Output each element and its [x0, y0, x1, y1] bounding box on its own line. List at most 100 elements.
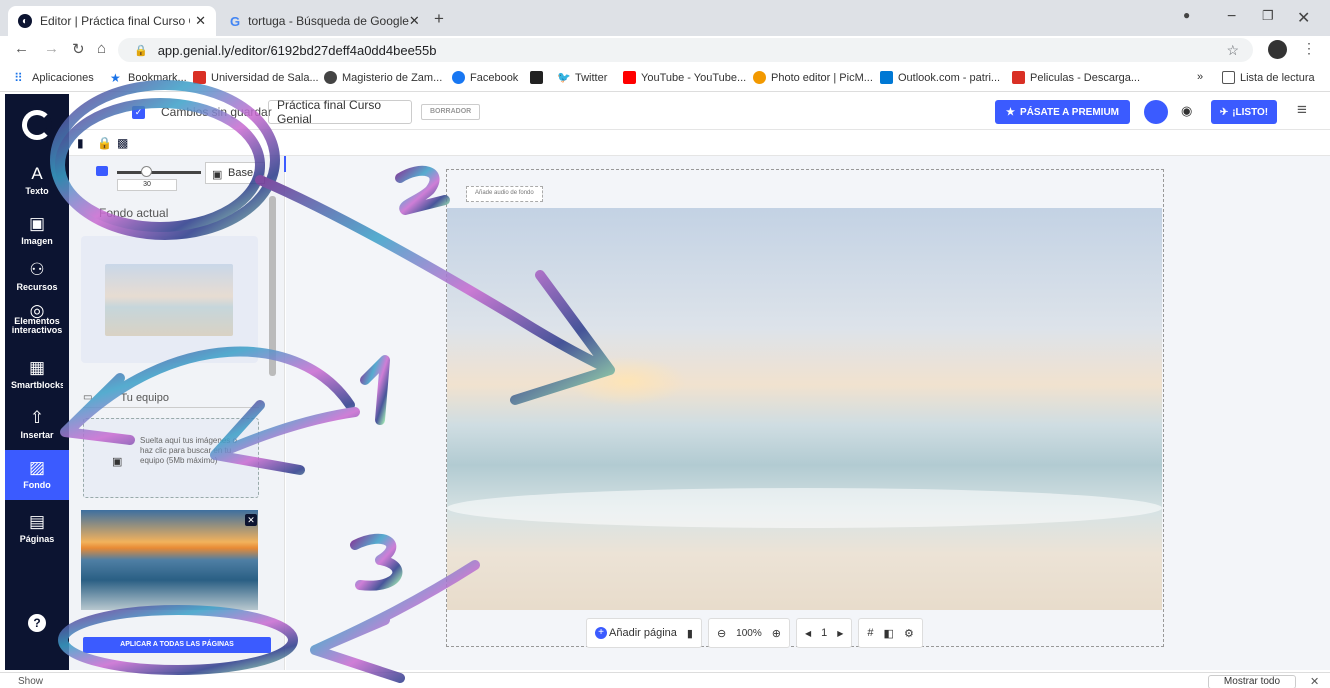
bookmark-item[interactable]: Peliculas - Descarga...: [1012, 71, 1140, 84]
bookmarks-overflow[interactable]: »: [1197, 71, 1203, 83]
bookmark-label: Bookmark...: [128, 71, 187, 84]
back-icon[interactable]: ←: [14, 40, 29, 57]
rail-item-paginas[interactable]: ▤ Páginas: [5, 512, 69, 544]
base-icon: ▣: [212, 169, 223, 181]
profile-dot-icon[interactable]: ●: [1183, 8, 1190, 22]
rail-item-imagen[interactable]: ▣ Imagen: [5, 214, 69, 246]
tab-title: Editor | Práctica final Curso Genia: [40, 14, 190, 28]
slider-handle[interactable]: [141, 166, 152, 177]
rail-item-interactivos[interactable]: ◎ Elementos interactivos: [5, 301, 69, 335]
ready-button[interactable]: ✈ ¡LISTO!: [1211, 100, 1277, 124]
help-icon[interactable]: ?: [28, 614, 46, 632]
current-background-card[interactable]: [81, 236, 258, 363]
base-button[interactable]: ▣ Base: [205, 162, 265, 184]
preview-eye-icon[interactable]: ◉: [1181, 103, 1192, 119]
trash-icon[interactable]: ▮: [77, 136, 84, 150]
text-icon: A: [31, 164, 43, 183]
zoom-in-icon[interactable]: ⊕: [772, 627, 781, 640]
apply-all-pages-button[interactable]: APLICAR A TODAS LAS PÁGINAS: [83, 637, 271, 653]
settings-icon[interactable]: ⚙: [904, 627, 914, 640]
panel-scrollbar[interactable]: [269, 196, 276, 376]
reload-icon[interactable]: ↻: [72, 40, 85, 58]
next-page-icon[interactable]: ▶: [837, 629, 843, 638]
transparency-icon[interactable]: ▩: [117, 136, 128, 150]
close-icon[interactable]: ✕: [245, 514, 257, 526]
bookmark-item[interactable]: Photo editor | PicM...: [753, 71, 873, 84]
slide-canvas[interactable]: [447, 208, 1162, 610]
rail-item-smartblocks[interactable]: ▦ Smartblocks: [5, 358, 69, 392]
reading-list[interactable]: Lista de lectura: [1222, 71, 1315, 84]
trash-icon[interactable]: ▮: [687, 627, 693, 640]
genially-logo[interactable]: [22, 110, 52, 140]
rail-item-texto[interactable]: A Texto: [5, 164, 69, 196]
bookmark-item[interactable]: Universidad de Sala...: [193, 71, 319, 84]
close-icon[interactable]: ✕: [195, 13, 206, 29]
bookmark-item[interactable]: ★ Bookmark...: [110, 71, 187, 85]
bookmark-label: Twitter: [575, 71, 608, 84]
close-icon[interactable]: ✕: [1310, 675, 1319, 688]
current-background-thumbnail: [105, 264, 233, 336]
minimize-icon[interactable]: −: [1227, 8, 1236, 26]
rail-item-fondo[interactable]: ▨ Fondo: [5, 450, 69, 500]
interactive-icon: ◎: [29, 301, 45, 320]
tab-google[interactable]: G tortuga - Búsqueda de Google ✕: [220, 6, 426, 36]
premium-button[interactable]: ★ PÁSATE A PREMIUM: [995, 100, 1130, 124]
window-close-icon[interactable]: ✕: [1297, 8, 1310, 28]
add-page-button[interactable]: + Añadir página: [595, 627, 677, 639]
bookmark-item[interactable]: YouTube - YouTube...: [623, 71, 746, 84]
movie-icon: [1012, 71, 1025, 84]
equipo-section: ▭ Tu equipo: [83, 388, 259, 408]
home-icon[interactable]: ⌂: [97, 40, 106, 57]
kebab-menu-icon[interactable]: ⋮: [1302, 40, 1316, 57]
upload-dropzone[interactable]: ▣ Suelta aquí tus imágenes o haz clic pa…: [83, 418, 259, 498]
resources-icon: ⚇: [29, 260, 45, 279]
add-page-label: Añadir página: [609, 627, 677, 639]
rail-label: Texto: [25, 186, 49, 196]
bookmark-item[interactable]: [530, 71, 548, 84]
dropzone-text: Suelta aquí tus imágenes o haz clic para…: [140, 436, 237, 465]
zoom-out-icon[interactable]: ⊖: [717, 627, 726, 640]
url-input[interactable]: 🔒 app.genial.ly/editor/6192bd27deff4a0dd…: [118, 38, 1253, 62]
forward-icon[interactable]: →: [44, 40, 59, 57]
split-view-icon[interactable]: ◧: [884, 627, 894, 640]
tab-editor[interactable]: ◐ Editor | Práctica final Curso Genia ✕: [8, 6, 216, 36]
bookmark-item[interactable]: Facebook: [452, 71, 518, 84]
rail-item-recursos[interactable]: ⚇ Recursos: [5, 260, 69, 292]
reading-list-icon: [1222, 71, 1235, 84]
rail-label: Elementos interactivos: [11, 316, 63, 335]
lock-icon: 🔒: [134, 44, 148, 57]
user-avatar[interactable]: [1144, 100, 1168, 124]
project-title-input[interactable]: Práctica final Curso Genial: [268, 98, 412, 126]
checkbox-icon[interactable]: ✓: [132, 106, 145, 119]
draft-badge: BORRADOR: [421, 104, 481, 120]
grid-icon[interactable]: #: [867, 627, 873, 639]
bookmarks-bar: ⠿ Aplicaciones ★ Bookmark... Universidad d…: [0, 66, 1330, 92]
opacity-slider[interactable]: [117, 171, 201, 174]
maximize-icon[interactable]: ❐: [1262, 8, 1274, 24]
google-icon: G: [230, 13, 241, 29]
bookmark-apps[interactable]: ⠿ Aplicaciones: [14, 71, 94, 85]
hamburger-menu-icon[interactable]: ≡: [1297, 100, 1307, 120]
add-audio-button[interactable]: Añade audio de fondo: [466, 186, 543, 202]
star-icon[interactable]: ☆: [1226, 42, 1239, 59]
show-all-button[interactable]: Mostrar todo: [1208, 675, 1296, 688]
avatar[interactable]: [1268, 40, 1287, 59]
lock-icon[interactable]: 🔒: [97, 136, 112, 150]
sunset-glow: [567, 356, 687, 406]
bookmark-item[interactable]: 🐦 Twitter: [557, 71, 608, 85]
opacity-value[interactable]: 30: [117, 179, 177, 191]
new-tab-icon[interactable]: +: [434, 9, 444, 29]
rail-item-insertar[interactable]: ⇧ Insertar: [5, 408, 69, 440]
picmonkey-icon: [753, 71, 766, 84]
prev-page-icon[interactable]: ◀: [805, 629, 811, 638]
tab-title: tortuga - Búsqueda de Google: [248, 14, 409, 28]
background-icon: ▨: [28, 458, 46, 477]
background-option-thumbnail[interactable]: ✕: [81, 510, 258, 610]
youtube-icon: [623, 71, 636, 84]
close-icon[interactable]: ✕: [409, 13, 420, 29]
bookmark-item[interactable]: Magisterio de Zam...: [324, 71, 442, 84]
background-panel: 30 ▣ Base Fondo actual ▭ Tu equipo ▣ Suel…: [69, 156, 285, 670]
bookmark-item[interactable]: Outlook.com - patri...: [880, 71, 1000, 84]
pages-icon: ▤: [28, 512, 46, 531]
page-number[interactable]: 1: [821, 627, 827, 639]
